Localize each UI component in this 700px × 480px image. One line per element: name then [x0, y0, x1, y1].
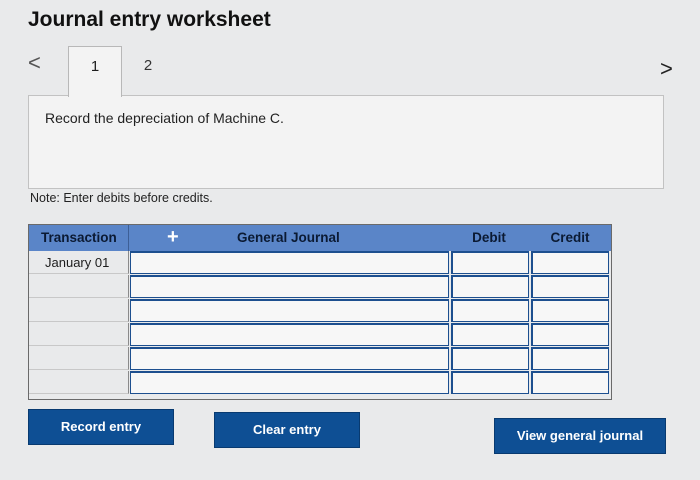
transaction-cell [29, 347, 129, 370]
instruction-text: Record the depreciation of Machine C. [45, 110, 284, 126]
next-arrow-icon[interactable]: > [660, 56, 673, 82]
table-row [29, 371, 611, 394]
account-input[interactable] [130, 323, 449, 346]
account-input[interactable] [130, 347, 449, 370]
add-row-icon[interactable]: + [167, 224, 179, 250]
instruction-panel: Record the depreciation of Machine C. [28, 95, 664, 189]
credit-input[interactable] [531, 347, 609, 370]
debit-credit-note: Note: Enter debits before credits. [30, 191, 213, 205]
transaction-cell [29, 275, 129, 298]
account-input[interactable] [130, 299, 449, 322]
transaction-cell [29, 371, 129, 394]
table-row [29, 347, 611, 370]
credit-input[interactable] [531, 251, 609, 274]
table-row [29, 275, 611, 298]
worksheet-title: Journal entry worksheet [28, 8, 271, 31]
transaction-cell: January 01 [29, 251, 129, 274]
tab-1[interactable]: 1 [68, 46, 122, 97]
account-input[interactable] [130, 371, 449, 394]
debit-input[interactable] [451, 371, 529, 394]
general-journal-label: General Journal [237, 230, 340, 245]
prev-arrow-icon[interactable]: < [28, 50, 41, 76]
debit-input[interactable] [451, 299, 529, 322]
credit-input[interactable] [531, 371, 609, 394]
column-header-transaction: Transaction [29, 225, 129, 251]
transaction-cell [29, 299, 129, 322]
column-header-debit: Debit [449, 225, 530, 251]
record-entry-button[interactable]: Record entry [28, 409, 174, 445]
account-input[interactable] [130, 251, 449, 274]
debit-input[interactable] [451, 275, 529, 298]
column-header-general-journal: + General Journal [129, 225, 450, 251]
table-row [29, 323, 611, 346]
view-general-journal-button[interactable]: View general journal [494, 418, 666, 454]
table-row [29, 299, 611, 322]
column-header-credit: Credit [529, 225, 611, 251]
account-input[interactable] [130, 275, 449, 298]
debit-input[interactable] [451, 347, 529, 370]
credit-input[interactable] [531, 323, 609, 346]
tab-2[interactable]: 2 [122, 46, 174, 94]
credit-input[interactable] [531, 299, 609, 322]
table-row: January 01 [29, 251, 611, 274]
clear-entry-button[interactable]: Clear entry [214, 412, 360, 448]
debit-input[interactable] [451, 251, 529, 274]
debit-input[interactable] [451, 323, 529, 346]
journal-table: Transaction + General Journal Debit Cred… [28, 224, 612, 400]
credit-input[interactable] [531, 275, 609, 298]
transaction-cell [29, 323, 129, 346]
